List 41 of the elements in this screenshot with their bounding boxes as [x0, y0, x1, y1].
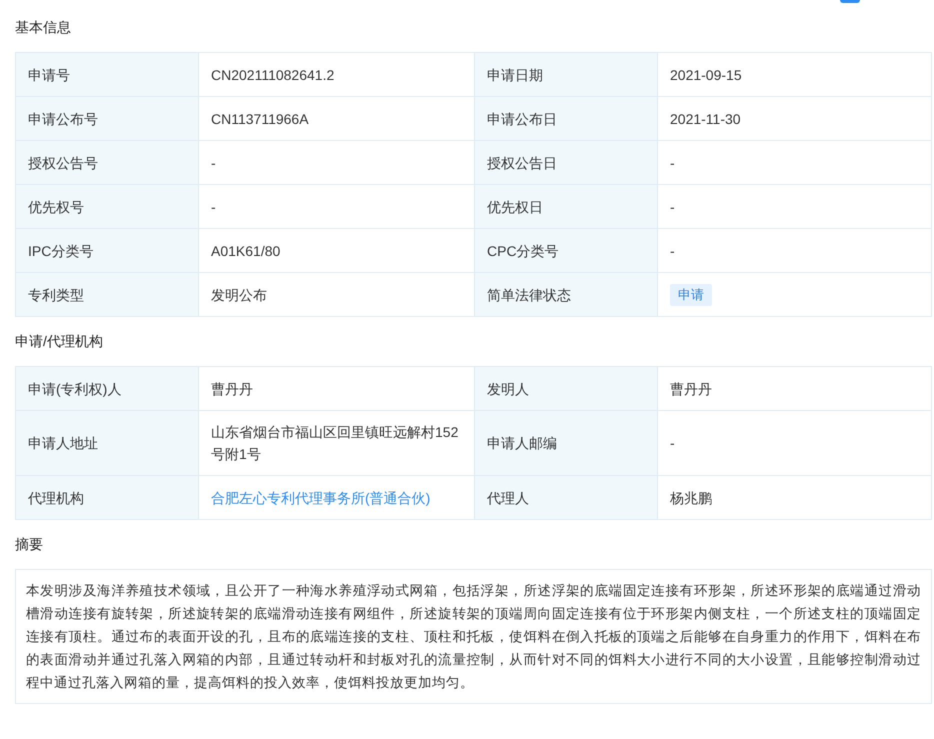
field-label: 申请公布号: [16, 97, 199, 141]
status-tag: 申请: [670, 284, 712, 306]
section-title: 申请/代理机构: [15, 332, 104, 351]
field-label: IPC分类号: [16, 229, 199, 273]
field-value: 2021-11-30: [658, 97, 932, 141]
field-label: 申请号: [16, 53, 199, 97]
section-title: 摘要: [15, 535, 44, 554]
field-label: 申请人地址: [16, 411, 199, 476]
field-value: 发明公布: [199, 273, 475, 317]
abstract-text: 本发明涉及海洋养殖技术领域，且公开了一种海水养殖浮动式网箱，包括浮架，所述浮架的底端固定连接有环形架，所述环形架的底端通过滑动槽滑动连接有旋转架，所述旋转架的底端滑动连接有网组件，所述旋转架的顶端周向固定连接有位于环形架内侧支柱，一个所述支柱的顶端固定连接有顶柱。通过布的表面开设的孔，且布的底端连接的支柱、顶柱和托板，使饵料在倒入托板的顶端之后能够在自身重力的作用下，饵料在布的表面滑动并通过孔落入网箱的内部，且通过转动杆和封板对孔的流量控制，从而针对不同的饵料大小进行不同的大小设置，且能够控制滑动过程中通过孔落入网箱的量，提高饵料的投入效率，使饵料投放更加均匀。: [15, 569, 932, 704]
field-value: -: [658, 411, 932, 476]
field-value: -: [199, 141, 475, 185]
field-value: -: [658, 229, 932, 273]
section-title: 基本信息: [15, 18, 72, 37]
field-label: 申请公布日: [475, 97, 658, 141]
field-label: 简单法律状态: [475, 273, 658, 317]
field-label: 发明人: [475, 367, 658, 411]
field-label: CPC分类号: [475, 229, 658, 273]
field-value: 山东省烟台市福山区回里镇旺远解村152号附1号: [199, 411, 475, 476]
field-value: 曹丹丹: [199, 367, 475, 411]
field-label: 专利类型: [16, 273, 199, 317]
field-value: 2021-09-15: [658, 53, 932, 97]
button-edge: [840, 0, 860, 3]
field-value: -: [199, 185, 475, 229]
field-value: -: [658, 141, 932, 185]
field-label: 申请日期: [475, 53, 658, 97]
field-value: 曹丹丹: [658, 367, 932, 411]
agency-link[interactable]: 合肥左心专利代理事务所(普通合伙): [211, 486, 430, 508]
field-value: 杨兆鹏: [658, 476, 932, 520]
field-label: 代理机构: [16, 476, 199, 520]
field-label: 授权公告日: [475, 141, 658, 185]
field-value: -: [658, 185, 932, 229]
field-value: A01K61/80: [199, 229, 475, 273]
field-label: 代理人: [475, 476, 658, 520]
field-label: 申请(专利权)人: [16, 367, 199, 411]
field-label: 授权公告号: [16, 141, 199, 185]
field-label: 优先权号: [16, 185, 199, 229]
field-value: CN202111082641.2: [199, 53, 475, 97]
field-label: 申请人邮编: [475, 411, 658, 476]
field-value: CN113711966A: [199, 97, 475, 141]
field-label: 优先权日: [475, 185, 658, 229]
